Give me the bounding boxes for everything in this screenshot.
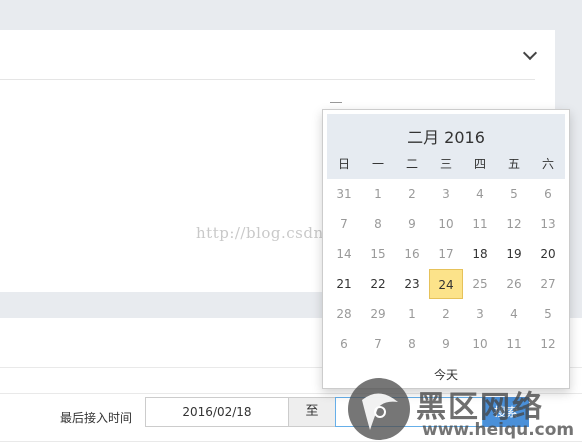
day-cell[interactable]: 18 xyxy=(463,239,497,269)
chevron-down-icon[interactable] xyxy=(522,45,538,61)
week-row: 21 22 23 24 25 26 27 xyxy=(327,269,565,299)
day-cell[interactable]: 11 xyxy=(497,329,531,359)
day-cell[interactable]: 5 xyxy=(531,299,565,329)
weekday-label: 日 xyxy=(337,157,350,171)
datepicker-title[interactable]: 二月 2016 xyxy=(327,124,565,148)
week-row: 14 15 16 17 18 19 20 xyxy=(327,239,565,269)
day-cell[interactable]: 2 xyxy=(395,179,429,209)
weekday-label: 三 xyxy=(439,157,452,171)
logo-mark-icon xyxy=(348,378,410,440)
panel-divider xyxy=(0,79,535,80)
day-cell[interactable]: 11 xyxy=(463,209,497,239)
day-cell[interactable]: 6 xyxy=(327,329,361,359)
day-cell[interactable]: 3 xyxy=(429,179,463,209)
day-cell[interactable]: 4 xyxy=(463,179,497,209)
day-cell[interactable]: 13 xyxy=(531,209,565,239)
day-cell[interactable]: 23 xyxy=(395,269,429,299)
day-cell[interactable]: 10 xyxy=(429,209,463,239)
weekday-label: 五 xyxy=(507,157,520,171)
logo-url: www.heiqu.com xyxy=(422,420,575,440)
weekday-label: 二 xyxy=(405,157,418,171)
day-cell[interactable]: 4 xyxy=(497,299,531,329)
day-cell[interactable]: 28 xyxy=(327,299,361,329)
day-cell[interactable]: 8 xyxy=(361,209,395,239)
to-label: 至 xyxy=(289,397,335,427)
day-cell[interactable]: 29 xyxy=(361,299,395,329)
day-cell[interactable]: 9 xyxy=(395,209,429,239)
week-row: 7 8 9 10 11 12 13 xyxy=(327,209,565,239)
day-cell[interactable]: 7 xyxy=(327,209,361,239)
day-cell[interactable]: 12 xyxy=(531,329,565,359)
day-cell[interactable]: 6 xyxy=(531,179,565,209)
day-cell[interactable]: 3 xyxy=(463,299,497,329)
day-cell[interactable]: 21 xyxy=(327,269,361,299)
datepicker-header: 二月 2016 xyxy=(327,114,565,154)
weekday-label: 一 xyxy=(371,157,384,171)
day-cell[interactable]: 1 xyxy=(395,299,429,329)
day-cell[interactable]: 25 xyxy=(463,269,497,299)
week-row: 28 29 1 2 3 4 5 xyxy=(327,299,565,329)
weekday-label: 四 xyxy=(473,157,486,171)
day-cell[interactable]: 24 xyxy=(429,269,463,299)
day-cell[interactable]: 2 xyxy=(429,299,463,329)
day-cell[interactable]: 20 xyxy=(531,239,565,269)
day-cell[interactable]: 22 xyxy=(361,269,395,299)
day-cell[interactable]: 17 xyxy=(429,239,463,269)
datepicker: 二月 2016 日一二三四五六 31 1 2 3 4 5 6 7 8 9 10 11 12 13 14 15 1… xyxy=(322,109,570,389)
day-cell[interactable]: 14 xyxy=(327,239,361,269)
day-cell[interactable]: 9 xyxy=(429,329,463,359)
day-cell[interactable]: 12 xyxy=(497,209,531,239)
week-row: 31 1 2 3 4 5 6 xyxy=(327,179,565,209)
start-date-input[interactable]: 2016/02/18 xyxy=(145,397,289,427)
day-cell[interactable]: 8 xyxy=(395,329,429,359)
day-cell[interactable]: 16 xyxy=(395,239,429,269)
day-cell[interactable]: 27 xyxy=(531,269,565,299)
day-cell[interactable]: 10 xyxy=(463,329,497,359)
site-logo-watermark: 黑区网络 www.heiqu.com xyxy=(348,378,582,445)
day-cell[interactable]: 7 xyxy=(361,329,395,359)
week-row: 6 7 8 9 10 11 12 xyxy=(327,329,565,359)
weekday-row: 日一二三四五六 xyxy=(327,149,565,179)
last-access-time-label: 最后接入时间 xyxy=(60,411,133,425)
datepicker-grid: 日一二三四五六 31 1 2 3 4 5 6 7 8 9 10 11 12 13 14 15 16 17 18 19 2… xyxy=(327,149,565,359)
day-cell[interactable]: 1 xyxy=(361,179,395,209)
weekday-label: 六 xyxy=(541,157,554,171)
day-cell[interactable]: 5 xyxy=(497,179,531,209)
day-cell[interactable]: 19 xyxy=(497,239,531,269)
day-cell[interactable]: 26 xyxy=(497,269,531,299)
day-cell[interactable]: 15 xyxy=(361,239,395,269)
range-dash xyxy=(330,102,342,103)
day-cell[interactable]: 31 xyxy=(327,179,361,209)
